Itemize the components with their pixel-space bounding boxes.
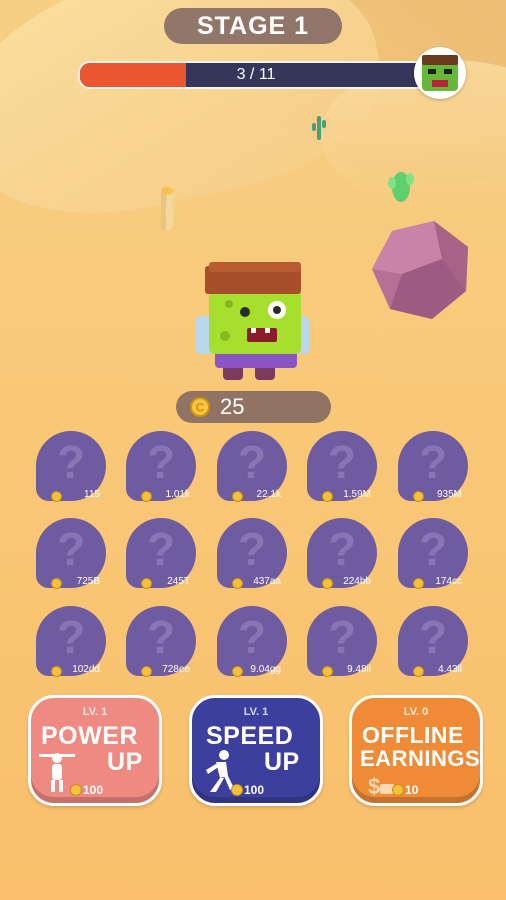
locked-icon: ? (56, 611, 86, 663)
offline-label-line2: EARNINGS (360, 746, 481, 771)
game-scene: STAGE 1 3 / 11 C 25 ? 115 ? 1.01k ? 22.1k ?… (0, 0, 506, 900)
rock-icon (372, 221, 468, 319)
slot-price: 1.01k (165, 489, 190, 500)
coin-icon (141, 666, 152, 677)
power-label-line1: POWER (41, 722, 138, 750)
stage-progress-bar: 3 / 11 (78, 61, 434, 89)
power-label-line2: UP (107, 748, 143, 776)
locked-icon: ? (146, 611, 176, 663)
coin-icon (51, 666, 62, 677)
zombie-boss-icon (414, 47, 466, 99)
coin-icon (51, 578, 62, 589)
power-cost: 100 (83, 783, 104, 797)
shop-slot[interactable]: ? 935M (398, 431, 468, 502)
coin-icon (322, 666, 333, 677)
locked-icon: ? (237, 611, 267, 663)
slot-price: 1.59M (343, 489, 371, 500)
svg-text:$: $ (368, 774, 380, 798)
locked-icon: ? (327, 611, 357, 663)
slot-price: 102dd (72, 664, 100, 675)
offline-cost: 10 (405, 783, 419, 797)
slot-price: 728ee (162, 664, 190, 675)
shop-slot[interactable]: ? 245T (126, 518, 196, 589)
shop-slot[interactable]: ? 728ee (126, 606, 196, 677)
slot-price: 174cc (435, 576, 462, 587)
coin-count: 25 (220, 394, 245, 419)
locked-icon: ? (418, 611, 448, 663)
coin-icon (392, 784, 404, 796)
coin-icon (413, 666, 424, 677)
coin-icon (141, 491, 152, 502)
power-up-button[interactable]: LV. 1 POWER UP 100 (28, 695, 162, 806)
shop-slot[interactable]: ? 224bb (307, 518, 377, 589)
locked-icon: ? (146, 436, 176, 488)
slot-price: 4.43ll (438, 664, 462, 675)
power-level: LV. 1 (82, 706, 108, 718)
unit-shop-grid: ? 115 ? 1.01k ? 22.1k ? 1.59M ? 935M ? 725B ? 2… (0, 428, 506, 688)
locked-icon: ? (237, 523, 267, 575)
locked-icon: ? (418, 436, 448, 488)
shop-slot[interactable]: ? 9.48ii (307, 606, 377, 677)
coin-icon (232, 491, 243, 502)
money-icon: $ (368, 774, 394, 798)
coin-icon (232, 578, 243, 589)
coin-icon: C (190, 397, 210, 417)
shop-slot[interactable]: ? 115 (36, 431, 106, 502)
offline-earnings-button[interactable]: LV. 0 OFFLINE EARNINGS $ 10 (349, 695, 483, 806)
coin-balance: C 25 (176, 391, 331, 423)
shop-slot[interactable]: ? 437aa (217, 518, 287, 589)
post-icon (161, 187, 173, 230)
speed-level: LV. 1 (243, 706, 269, 718)
slot-price: 437aa (253, 576, 281, 587)
slot-price: 224bb (343, 576, 371, 587)
shop-slot[interactable]: ? 4.43ll (398, 606, 468, 677)
locked-icon: ? (327, 436, 357, 488)
locked-icon: ? (237, 436, 267, 488)
coin-icon (322, 491, 333, 502)
coin-icon (232, 666, 243, 677)
coin-icon (231, 784, 243, 796)
slot-price: 9.48ii (347, 664, 371, 675)
progress-text: 3 / 11 (236, 66, 276, 83)
stage-title: STAGE 1 (164, 8, 342, 44)
shop-slot[interactable]: ? 102dd (36, 606, 106, 677)
locked-icon: ? (418, 523, 448, 575)
slot-price: 9.04gg (250, 664, 281, 675)
locked-icon: ? (56, 436, 86, 488)
shop-slot[interactable]: ? 174cc (398, 518, 468, 589)
cactus-icon (388, 172, 414, 202)
offline-label-line1: OFFLINE (362, 722, 464, 748)
locked-icon: ? (327, 523, 357, 575)
shop-slot[interactable]: ? 1.01k (126, 431, 196, 502)
zombie-character-icon (195, 262, 309, 380)
coin-icon (413, 578, 424, 589)
shop-slot[interactable]: ? 9.04gg (217, 606, 287, 677)
slot-price: 245T (167, 576, 190, 587)
offline-level: LV. 0 (403, 706, 429, 718)
slot-price: 115 (84, 489, 100, 500)
locked-icon: ? (56, 523, 86, 575)
coin-icon (322, 578, 333, 589)
shop-slot[interactable]: ? 1.59M (307, 431, 377, 502)
shop-slot[interactable]: ? 725B (36, 518, 106, 589)
coin-icon (70, 784, 82, 796)
speed-cost: 100 (244, 783, 265, 797)
shop-slot[interactable]: ? 22.1k (217, 431, 287, 502)
speed-label-line2: UP (264, 748, 300, 776)
slot-price: 935M (436, 489, 462, 500)
cactus-icon (312, 116, 326, 140)
svg-text:C: C (196, 401, 205, 415)
speed-up-button[interactable]: LV. 1 SPEED UP 100 (189, 695, 323, 806)
slot-price: 725B (76, 576, 100, 587)
slot-price: 22.1k (256, 489, 281, 500)
coin-icon (141, 578, 152, 589)
locked-icon: ? (146, 523, 176, 575)
coin-icon (51, 491, 62, 502)
speed-label-line1: SPEED (206, 722, 294, 750)
coin-icon (413, 491, 424, 502)
